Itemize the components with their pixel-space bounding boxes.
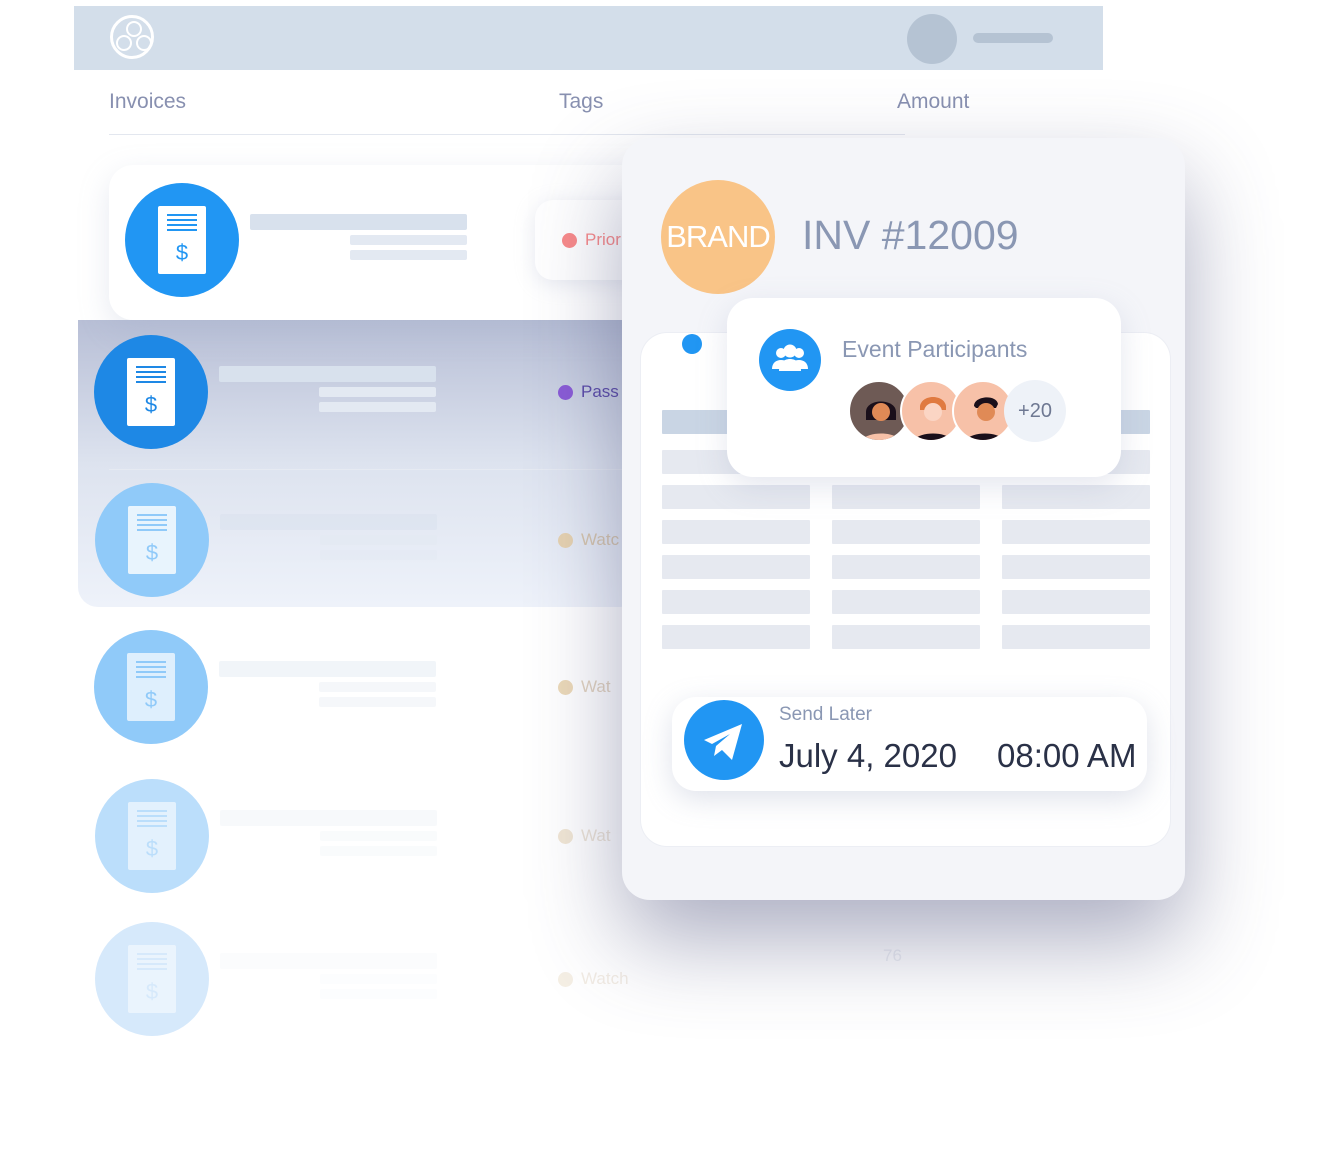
group-icon	[759, 329, 821, 391]
tag-text: Watch	[581, 969, 629, 988]
tag-label[interactable]: Watch	[558, 969, 648, 989]
text-placeholder	[320, 535, 437, 545]
send-later-label: Send Later	[779, 704, 872, 725]
brand-logo: BRAND	[661, 180, 775, 294]
table-cell-placeholder	[662, 520, 810, 544]
text-placeholder	[350, 235, 467, 245]
tag-label[interactable]: Wat	[558, 677, 620, 697]
text-placeholder	[320, 846, 437, 856]
table-cell-placeholder	[662, 555, 810, 579]
table-cell-placeholder	[1002, 555, 1150, 579]
table-cell-placeholder	[1002, 590, 1150, 614]
tag-label[interactable]: Wat	[558, 826, 620, 846]
send-date[interactable]: July 4, 2020	[779, 737, 957, 775]
tag-label[interactable]: Watc	[558, 530, 620, 550]
text-placeholder	[319, 697, 436, 707]
more-participants-badge[interactable]: +20	[1004, 380, 1066, 442]
column-header-invoices[interactable]: Invoices	[109, 90, 186, 114]
tag-dot-icon	[558, 384, 573, 400]
divider	[109, 134, 905, 135]
invoice-icon: $	[95, 483, 209, 597]
tag-dot-icon	[558, 828, 573, 844]
text-placeholder	[220, 514, 437, 530]
text-placeholder	[320, 974, 437, 984]
invoice-icon: $	[95, 779, 209, 893]
table-cell-placeholder	[662, 625, 810, 649]
text-placeholder	[220, 810, 437, 826]
text-placeholder	[320, 831, 437, 841]
tag-text: Prior	[585, 230, 621, 249]
tag-dot-icon	[558, 679, 573, 695]
invoice-number: INV #12009	[802, 212, 1019, 258]
user-avatar[interactable]	[907, 14, 957, 64]
text-placeholder	[220, 953, 437, 969]
text-placeholder	[219, 661, 436, 677]
tag-label[interactable]: Pass	[558, 382, 620, 402]
divider	[109, 469, 640, 470]
text-placeholder	[320, 550, 437, 560]
table-cell-placeholder	[1002, 520, 1150, 544]
table-cell-placeholder	[832, 625, 980, 649]
text-placeholder	[350, 250, 467, 260]
send-time[interactable]: 08:00 AM	[997, 737, 1136, 775]
tag-dot-icon	[562, 232, 577, 248]
invoice-icon: $	[125, 183, 239, 297]
table-cell-placeholder	[662, 590, 810, 614]
table-cell-placeholder	[1002, 625, 1150, 649]
table-cell-placeholder	[832, 555, 980, 579]
paper-plane-icon[interactable]	[684, 700, 764, 780]
text-placeholder	[319, 402, 436, 412]
column-header-amount[interactable]: Amount	[897, 90, 969, 114]
table-cell-placeholder	[832, 485, 980, 509]
text-placeholder	[319, 682, 436, 692]
amount-value: 76	[883, 946, 902, 965]
status-dot	[682, 334, 702, 354]
tag-text: Wat	[581, 826, 611, 845]
tag-text: Wat	[581, 677, 611, 696]
film-reel-logo[interactable]	[110, 15, 154, 59]
table-cell-placeholder	[832, 590, 980, 614]
invoice-icon: $	[94, 630, 208, 744]
text-placeholder	[319, 387, 436, 397]
tag-text: Pass	[581, 382, 619, 401]
text-placeholder	[250, 214, 467, 230]
text-placeholder	[219, 366, 436, 382]
tag-dot-icon	[558, 532, 573, 548]
table-cell-placeholder	[662, 485, 810, 509]
participants-title: Event Participants	[842, 336, 1028, 362]
user-name-placeholder	[973, 33, 1053, 43]
table-cell-placeholder	[1002, 485, 1150, 509]
tag-dot-icon	[558, 971, 573, 987]
text-placeholder	[320, 989, 437, 999]
invoice-icon: $	[94, 335, 208, 449]
invoice-icon: $	[95, 922, 209, 1036]
column-header-tags[interactable]: Tags	[559, 90, 603, 114]
tag-label[interactable]: Prior	[562, 230, 624, 250]
tag-text: Watc	[581, 530, 620, 549]
table-cell-placeholder	[832, 520, 980, 544]
